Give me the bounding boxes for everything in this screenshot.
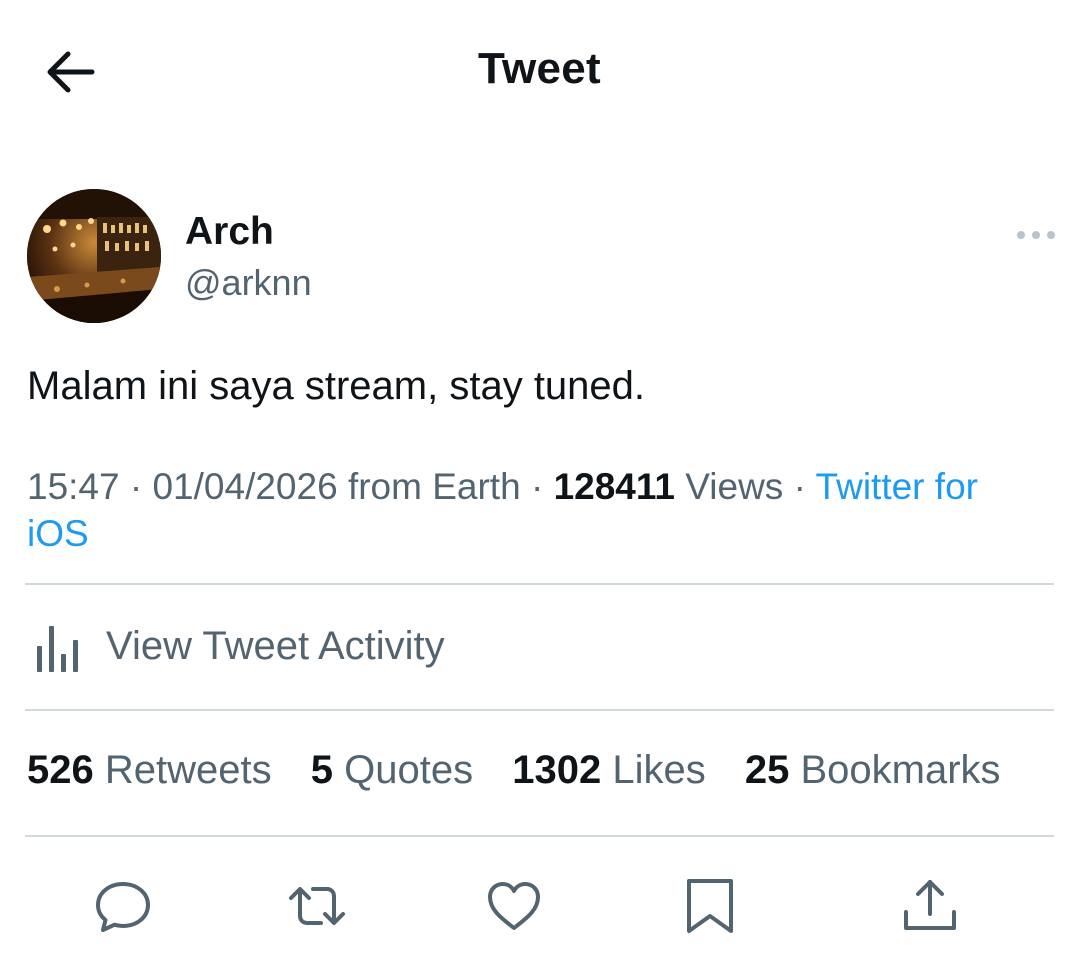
likes-stat[interactable]: 1302 Likes <box>512 748 706 793</box>
share-icon <box>904 880 956 930</box>
like-button[interactable] <box>484 876 544 936</box>
likes-label: Likes <box>612 748 706 792</box>
author-handle[interactable]: @arknn <box>185 262 312 304</box>
tweet-date[interactable]: 01/04/2026 <box>152 466 337 507</box>
bookmarks-count: 25 <box>744 748 790 792</box>
tweet-metadata: 15:47 · 01/04/2026 from Earth · 128411 V… <box>27 463 1037 557</box>
page-title: Tweet <box>478 44 601 93</box>
retweet-button[interactable] <box>287 876 347 936</box>
quotes-label: Quotes <box>344 748 474 792</box>
quotes-count: 5 <box>310 748 333 792</box>
top-bar: Tweet <box>0 0 1079 140</box>
meta-separator: · <box>793 466 806 507</box>
more-horizontal-icon <box>1017 231 1055 239</box>
quotes-stat[interactable]: 5 Quotes <box>311 748 473 793</box>
avatar-photo <box>27 189 161 323</box>
retweet-icon <box>289 887 345 925</box>
bookmarks-stat[interactable]: 25 Bookmarks <box>745 748 1001 793</box>
tweet-location: from Earth <box>347 466 521 507</box>
retweets-stat[interactable]: 526 Retweets <box>27 748 272 793</box>
divider <box>25 583 1054 585</box>
views-label: Views <box>685 466 784 507</box>
view-tweet-activity-button[interactable]: View Tweet Activity <box>25 610 1054 690</box>
more-options-button[interactable] <box>1012 222 1060 248</box>
reply-button[interactable] <box>93 876 153 936</box>
tweet-time[interactable]: 15:47 <box>27 466 120 507</box>
views-count: 128411 <box>553 466 675 507</box>
divider <box>25 835 1054 837</box>
view-tweet-activity-label: View Tweet Activity <box>106 624 445 668</box>
meta-separator: · <box>129 466 143 507</box>
like-icon <box>488 882 540 930</box>
divider <box>25 709 1054 711</box>
reply-icon <box>96 882 150 932</box>
engagement-stats: 526 Retweets 5 Quotes 1302 Likes 25 Book… <box>27 748 1001 793</box>
retweets-count: 526 <box>27 748 94 792</box>
retweets-label: Retweets <box>104 748 272 792</box>
tweet-text: Malam ini saya stream, stay tuned. <box>27 364 646 408</box>
avatar[interactable] <box>27 189 161 323</box>
share-button[interactable] <box>900 876 960 936</box>
bookmark-button[interactable] <box>680 876 740 936</box>
bookmark-icon <box>687 879 733 933</box>
likes-count: 1302 <box>512 748 602 792</box>
meta-separator: · <box>530 466 544 507</box>
bookmarks-label: Bookmarks <box>800 748 1001 792</box>
bar-chart-icon <box>37 626 78 672</box>
author-name[interactable]: Arch <box>185 210 274 254</box>
